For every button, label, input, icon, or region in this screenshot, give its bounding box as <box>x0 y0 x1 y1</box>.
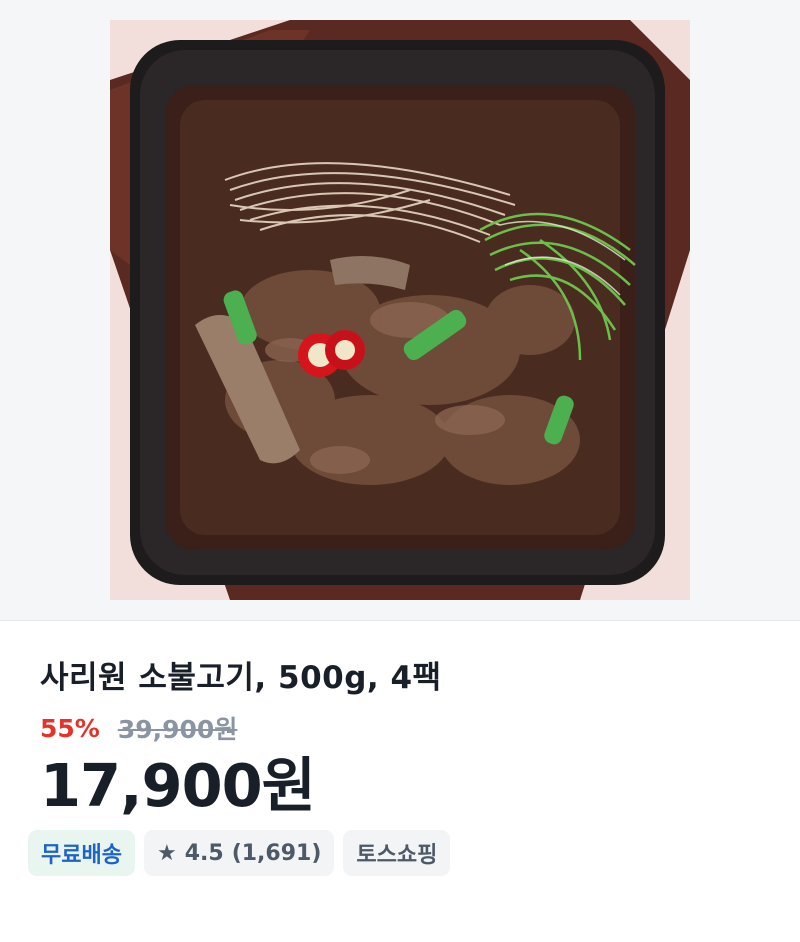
rating-value: 4.5 <box>184 840 224 866</box>
rating-badge[interactable]: ★ 4.5 (1,691) <box>143 830 335 876</box>
sale-price: 17,900원 <box>40 751 316 820</box>
star-icon: ★ <box>156 840 177 866</box>
discount-percent: 55% <box>40 713 100 743</box>
original-price: 39,900원 <box>117 715 238 744</box>
product-title[interactable]: 사리원 소불고기, 500g, 4팩 <box>40 650 760 706</box>
product-info: 사리원 소불고기, 500g, 4팩 55% 39,900원 17,900원 <box>40 650 760 820</box>
store-badge[interactable]: 토스쇼핑 <box>343 830 451 876</box>
price-discount-row: 55% 39,900원 <box>40 706 760 750</box>
product-image[interactable] <box>110 20 690 600</box>
free-shipping-label: 무료배송 <box>41 843 122 868</box>
review-count: (1,691) <box>231 840 322 866</box>
store-name: 토스쇼핑 <box>356 843 438 868</box>
free-shipping-badge: 무료배송 <box>28 830 135 876</box>
product-image-area <box>0 0 800 621</box>
badge-row: 무료배송 ★ 4.5 (1,691) 토스쇼핑 <box>28 830 451 876</box>
